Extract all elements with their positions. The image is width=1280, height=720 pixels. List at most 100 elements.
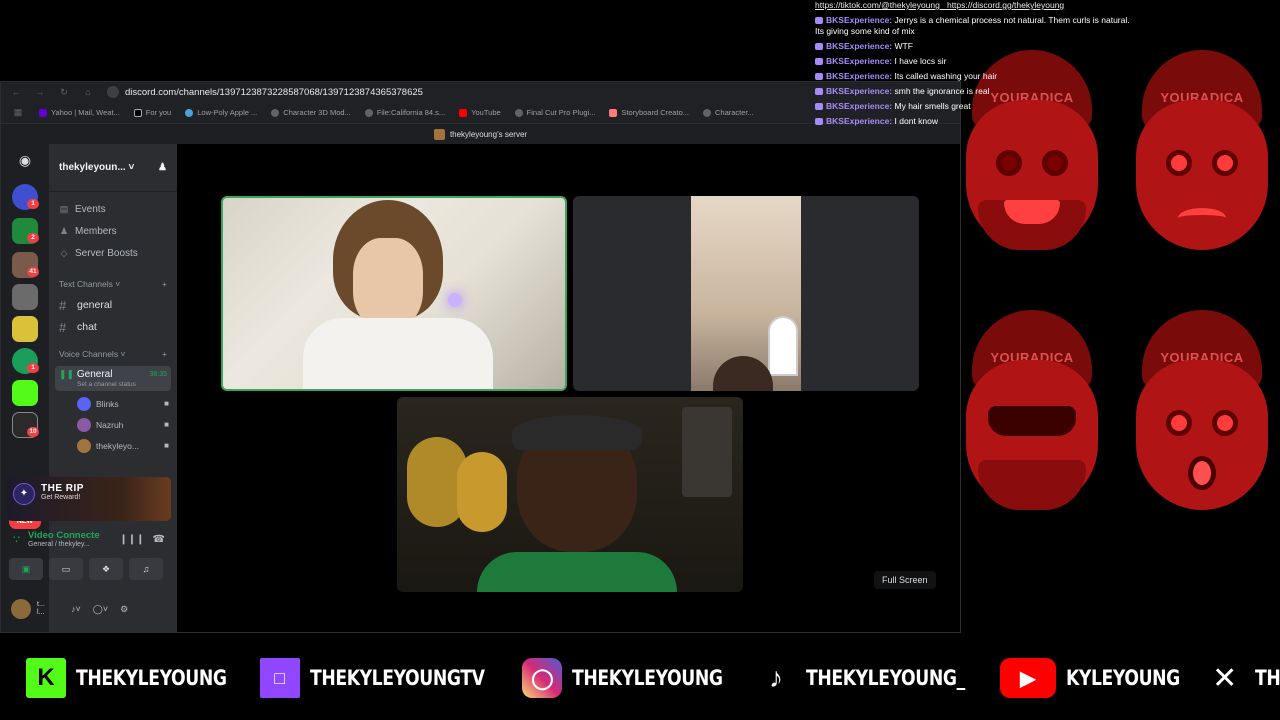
disconnect-icon[interactable]: ☎ — [153, 534, 165, 545]
add-channel-icon[interactable]: + — [162, 279, 167, 289]
unread-badge: 41 — [27, 267, 39, 277]
call-timer: 38:35 — [149, 371, 167, 378]
video-tile[interactable] — [221, 196, 567, 391]
channel-status[interactable]: Set a channel status — [59, 381, 167, 388]
unread-badge: 1 — [27, 199, 39, 209]
chat-message: BKSExperience: smh the ignorance is real — [815, 86, 1135, 97]
platform-icon — [815, 118, 823, 125]
bookmark-item[interactable]: Yahoo | Mail, Weat... — [39, 108, 120, 117]
avatar-face-shades: YOURADICA — [962, 290, 1112, 520]
server-icon[interactable] — [12, 284, 38, 310]
apps-grid-icon[interactable]: ▦ — [11, 107, 25, 118]
category-text-channels[interactable]: Text Channels ˅ + — [49, 274, 177, 294]
reload-icon[interactable]: ↻ — [57, 87, 71, 98]
video-tile[interactable] — [397, 397, 743, 592]
server-icon[interactable] — [12, 380, 38, 406]
video-tile[interactable] — [573, 196, 919, 391]
discord-home-icon[interactable]: ◉ — [15, 152, 35, 172]
platform-icon — [815, 73, 823, 80]
user-panel: t... l... ♪˅ ◯˅ ⚙ — [7, 594, 171, 624]
screen-share-button[interactable]: ▭ — [49, 558, 83, 580]
social-youtube: ▶ KYLEYOUNG — [999, 658, 1205, 698]
bookmark-item[interactable]: For you — [133, 108, 171, 117]
hash-icon: # — [59, 319, 67, 335]
avatar[interactable] — [11, 599, 31, 619]
home-icon[interactable]: ⌂ — [81, 87, 95, 97]
reward-promo[interactable]: ✦ THE RIP Get Reward! — [7, 477, 171, 521]
headphones-icon[interactable]: ◯˅ — [93, 604, 108, 615]
server-header[interactable]: thekyleyoun... ˅ ♟ — [49, 144, 177, 192]
social-x: ✕ THEKYLEYOUNG — [1205, 658, 1280, 698]
url-field[interactable]: discord.com/channels/1397123873228587068… — [107, 86, 423, 98]
chat-message: BKSExperience: Its called washing your h… — [815, 71, 1135, 82]
server-icon[interactable] — [12, 316, 38, 342]
unread-badge: 1 — [27, 363, 39, 373]
sidebar-item-events[interactable]: ▤ Events — [49, 198, 177, 220]
chat-overlay: https://tiktok.com/@thekyleyoung_ https:… — [815, 0, 1135, 127]
stream-scene: { "chat": { "top_links": ["https://tikto… — [0, 0, 1280, 720]
voice-member[interactable]: Blinks ■ — [49, 393, 177, 414]
unread-badge: 10 — [27, 427, 39, 437]
bookmark-item[interactable]: Storyboard Creato... — [609, 108, 689, 117]
tiktok-icon: ♪ — [769, 662, 784, 693]
noise-suppression-icon[interactable]: ❙❙❙ — [119, 534, 144, 545]
speaker-icon: ❚❚ — [59, 369, 75, 379]
site-info-icon[interactable] — [107, 86, 119, 98]
chat-message: BKSExperience: WTF — [815, 41, 1135, 52]
voice-member[interactable]: thekyleyo... ■ — [49, 435, 177, 456]
voice-channel-general[interactable]: ❚❚ General 38:35 Set a channel status — [55, 366, 171, 391]
forward-icon[interactable]: → — [33, 87, 47, 97]
platform-icon — [815, 103, 823, 110]
back-icon[interactable]: ← — [9, 87, 23, 97]
channel-chat[interactable]: # chat — [49, 316, 177, 338]
bookmark-item[interactable]: Character... — [703, 108, 754, 117]
category-voice-channels[interactable]: Voice Channels ˅ + — [49, 344, 177, 364]
sidebar-item-members[interactable]: ♟ Members — [49, 220, 177, 242]
bookmark-item[interactable]: Character 3D Mod... — [271, 108, 351, 117]
avatar — [77, 417, 91, 432]
microphone-icon[interactable]: ♪˅ — [71, 604, 81, 614]
server-icon — [433, 128, 445, 140]
gear-icon[interactable]: ⚙ — [120, 604, 128, 615]
channel-general[interactable]: # general — [49, 294, 177, 316]
window-title: thekyleyoung's server — [1, 124, 960, 144]
boost-icon: ◇ — [60, 247, 68, 258]
x-icon: ✕ — [1212, 661, 1238, 695]
bookmark-item[interactable]: Final Cut Pro Plugi... — [514, 108, 595, 117]
camera-icon: ■ — [164, 420, 169, 429]
avatar-face-frown: YOURADICA — [1122, 30, 1280, 260]
participant-face — [353, 238, 423, 328]
calendar-icon: ▤ — [59, 203, 69, 214]
platform-icon — [815, 17, 823, 24]
activities-button[interactable]: ❖ — [89, 558, 123, 580]
discord-link[interactable]: https://discord.gg/thekyleyoung — [947, 0, 1064, 10]
camera-button[interactable]: ▣ — [9, 558, 43, 580]
soundboard-button[interactable]: ♫ — [129, 558, 163, 580]
platform-icon — [815, 43, 823, 50]
voice-location[interactable]: General / thekyley... — [28, 541, 111, 548]
promo-subtitle: Get Reward! — [41, 494, 81, 501]
window-arch — [768, 316, 798, 376]
browser-window: ← → ↻ ⌂ discord.com/channels/13971238732… — [0, 81, 961, 633]
chat-message: BKSExperience: Jerrys is a chemical proc… — [815, 15, 1130, 36]
participant-cap — [512, 415, 642, 450]
voice-status[interactable]: Video Connecte — [28, 530, 111, 541]
bookmark-item[interactable]: YouTube — [459, 108, 501, 117]
bookmark-item[interactable]: File:California 84.s... — [364, 108, 445, 117]
add-channel-icon[interactable]: + — [162, 349, 167, 359]
chat-message: BKSExperience: My hair smells great — [815, 101, 1135, 112]
voice-member[interactable]: Nazruh ■ — [49, 414, 177, 435]
full-screen-button[interactable]: Full Screen — [874, 571, 936, 589]
avatar — [77, 438, 91, 453]
hash-icon: # — [59, 297, 67, 313]
youtube-icon: ▶ — [999, 658, 1056, 698]
tiktok-link[interactable]: https://tiktok.com/@thekyleyoung_ — [815, 0, 945, 10]
username: t... — [37, 601, 45, 608]
add-member-icon[interactable]: ♟ — [158, 162, 167, 173]
participant-shirt — [477, 552, 677, 592]
bookmark-item[interactable]: Low-Poly Apple ... — [185, 108, 257, 117]
camera-icon: ■ — [164, 441, 169, 450]
server-name: thekyleyoun... — [59, 162, 126, 173]
sidebar-item-server-boosts[interactable]: ◇ Server Boosts — [49, 242, 177, 264]
participant-hoodie — [303, 318, 493, 389]
